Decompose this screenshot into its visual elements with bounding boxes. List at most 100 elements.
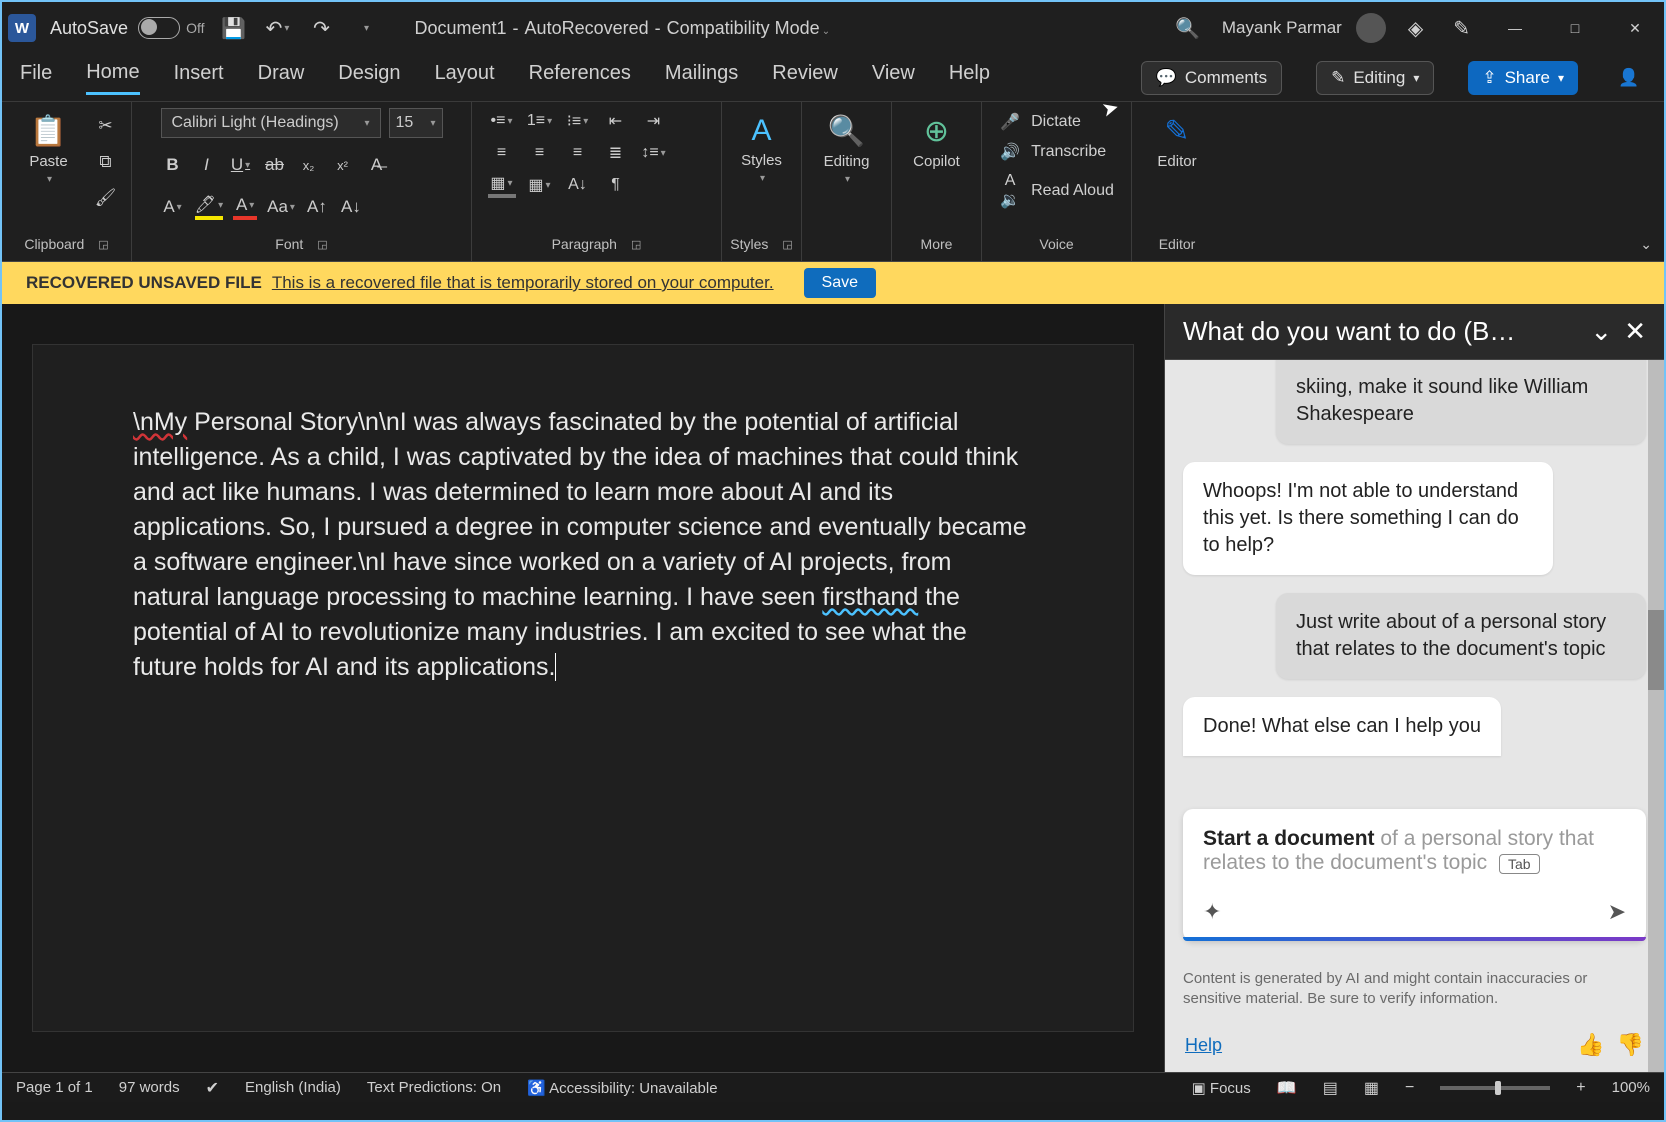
clear-format-button[interactable]: A̶: [365, 152, 389, 178]
redo-icon[interactable]: ↷: [306, 13, 336, 43]
tab-review[interactable]: Review: [772, 62, 838, 93]
change-case-button[interactable]: Aa▾: [267, 194, 295, 220]
account-name[interactable]: Mayank Parmar: [1222, 18, 1342, 38]
recovery-save-button[interactable]: Save: [804, 268, 876, 298]
copy-icon[interactable]: ⧉: [92, 150, 120, 174]
zoom-out-icon[interactable]: −: [1405, 1079, 1414, 1097]
coming-soon-icon[interactable]: ✎: [1445, 16, 1478, 41]
align-right-button[interactable]: ≡: [564, 140, 592, 166]
tab-home[interactable]: Home: [86, 61, 139, 95]
font-launcher-icon[interactable]: ◲: [317, 238, 327, 251]
tab-draw[interactable]: Draw: [258, 62, 305, 93]
multilevel-button[interactable]: ⁝≡▾: [564, 108, 592, 134]
zoom-value[interactable]: 100%: [1612, 1079, 1650, 1096]
qat-more-icon[interactable]: ▾: [350, 13, 380, 43]
status-predictions[interactable]: Text Predictions: On: [367, 1079, 501, 1096]
tab-file[interactable]: File: [20, 62, 52, 93]
thumbs-up-icon[interactable]: 👍: [1577, 1032, 1604, 1058]
copilot-close-icon[interactable]: ✕: [1624, 316, 1646, 347]
dictate-button[interactable]: 🎤Dictate: [999, 112, 1114, 132]
subscript-button[interactable]: x₂: [297, 152, 321, 178]
focus-mode-button[interactable]: ▣ Focus: [1192, 1079, 1251, 1097]
window-close[interactable]: ✕: [1612, 8, 1658, 48]
undo-icon[interactable]: ↶▾: [262, 13, 292, 43]
font-size-select[interactable]: 15▾: [389, 108, 443, 138]
read-aloud-button[interactable]: A🔉Read Aloud: [999, 172, 1114, 210]
teams-present-icon[interactable]: 👤: [1612, 61, 1646, 95]
underline-button[interactable]: U▾: [229, 152, 253, 178]
borders-button[interactable]: ▦▾: [526, 172, 554, 198]
justify-button[interactable]: ≣: [602, 140, 630, 166]
document-canvas[interactable]: \nMy Personal Story\n\nI was always fasc…: [2, 304, 1164, 1072]
line-spacing-button[interactable]: ↕≡▾: [640, 140, 668, 166]
recovery-message[interactable]: This is a recovered file that is tempora…: [272, 273, 774, 293]
highlight-button[interactable]: 🖊▾: [195, 194, 224, 220]
shrink-font-button[interactable]: A↓: [339, 194, 363, 220]
numbering-button[interactable]: 1≡▾: [526, 108, 554, 134]
tab-view[interactable]: View: [872, 62, 915, 93]
paragraph-launcher-icon[interactable]: ◲: [631, 238, 641, 251]
editing-mode-button[interactable]: ✎ Editing ▾: [1316, 61, 1434, 95]
save-icon[interactable]: 💾: [218, 13, 248, 43]
collapse-ribbon-icon[interactable]: ⌄: [1640, 236, 1652, 253]
window-minimize[interactable]: —: [1492, 8, 1538, 48]
cut-icon[interactable]: ✂: [92, 114, 120, 138]
align-left-button[interactable]: ≡: [488, 140, 516, 166]
print-layout-icon[interactable]: ▤: [1323, 1078, 1338, 1098]
copilot-scrollbar-track[interactable]: [1648, 360, 1664, 1072]
document-page[interactable]: \nMy Personal Story\n\nI was always fasc…: [32, 344, 1134, 1032]
decrease-indent-button[interactable]: ⇤: [602, 108, 630, 134]
copilot-input[interactable]: Start a document of a personal story tha…: [1183, 809, 1646, 941]
format-painter-icon[interactable]: 🖌: [92, 186, 120, 210]
tab-help[interactable]: Help: [949, 62, 990, 93]
shading-button[interactable]: ▦▾: [488, 172, 516, 198]
clipboard-launcher-icon[interactable]: ◲: [98, 238, 108, 251]
zoom-in-icon[interactable]: +: [1576, 1079, 1585, 1097]
comments-button[interactable]: 💬 Comments: [1141, 61, 1282, 95]
thumbs-down-icon[interactable]: 👎: [1617, 1032, 1644, 1058]
share-button[interactable]: ⇪ Share ▾: [1468, 61, 1578, 95]
copilot-scrollbar-thumb[interactable]: [1648, 610, 1664, 690]
copilot-collapse-icon[interactable]: ⌄: [1590, 316, 1612, 347]
window-maximize[interactable]: □: [1552, 8, 1598, 48]
text-effects-button[interactable]: A▾: [161, 194, 185, 220]
grow-font-button[interactable]: A↑: [305, 194, 329, 220]
zoom-slider[interactable]: [1440, 1086, 1550, 1090]
send-icon[interactable]: ➤: [1608, 899, 1626, 925]
status-page[interactable]: Page 1 of 1: [16, 1079, 93, 1096]
autosave-toggle[interactable]: [138, 17, 180, 39]
show-marks-button[interactable]: ¶: [602, 172, 630, 198]
sparkle-icon[interactable]: ✦: [1203, 899, 1221, 925]
styles-button[interactable]: AStyles▾: [727, 108, 797, 184]
web-layout-icon[interactable]: ▦: [1364, 1078, 1379, 1098]
search-icon[interactable]: 🔍: [1167, 16, 1208, 41]
status-language[interactable]: English (India): [245, 1079, 341, 1096]
spellcheck-icon[interactable]: ✔: [206, 1078, 219, 1098]
strikethrough-button[interactable]: ab: [263, 152, 287, 178]
tab-references[interactable]: References: [529, 62, 631, 93]
align-center-button[interactable]: ≡: [526, 140, 554, 166]
copilot-help-link[interactable]: Help: [1185, 1035, 1222, 1056]
tab-layout[interactable]: Layout: [435, 62, 495, 93]
transcribe-button[interactable]: 🔊Transcribe: [999, 142, 1114, 162]
document-text[interactable]: \nMy Personal Story\n\nI was always fasc…: [133, 405, 1033, 685]
editor-button[interactable]: ✎Editor: [1142, 108, 1212, 170]
avatar[interactable]: [1356, 13, 1386, 43]
status-accessibility[interactable]: ♿ Accessibility: Unavailable: [527, 1079, 717, 1097]
font-name-select[interactable]: Calibri Light (Headings)▾: [161, 108, 381, 138]
increase-indent-button[interactable]: ⇥: [640, 108, 668, 134]
status-words[interactable]: 97 words: [119, 1079, 180, 1096]
tab-mailings[interactable]: Mailings: [665, 62, 738, 93]
title-chevron-icon[interactable]: ⌄: [822, 26, 830, 37]
read-mode-icon[interactable]: 📖: [1277, 1078, 1297, 1098]
bold-button[interactable]: B: [161, 152, 185, 178]
tab-design[interactable]: Design: [338, 62, 400, 93]
sort-button[interactable]: A↓: [564, 172, 592, 198]
editing-group-button[interactable]: 🔍Editing▾: [812, 108, 882, 185]
paste-button[interactable]: 📋 Paste ▾: [14, 108, 84, 185]
styles-launcher-icon[interactable]: ◲: [782, 238, 792, 251]
premium-diamond-icon[interactable]: ◈: [1400, 16, 1431, 41]
superscript-button[interactable]: x²: [331, 152, 355, 178]
tab-insert[interactable]: Insert: [174, 62, 224, 93]
copilot-button[interactable]: ⊕Copilot: [902, 108, 972, 170]
